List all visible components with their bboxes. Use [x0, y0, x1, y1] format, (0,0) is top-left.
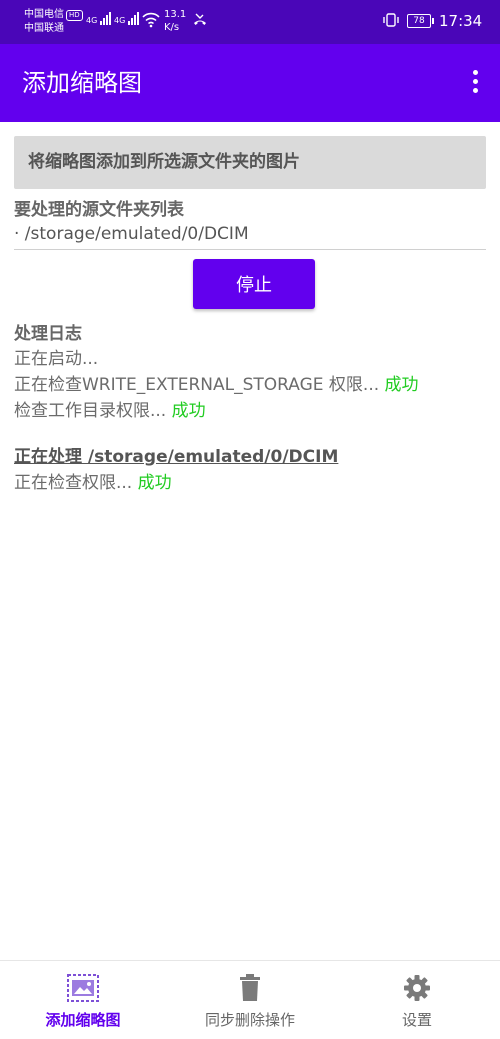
log-text: 检查工作目录权限...: [14, 401, 172, 421]
main-content: 将缩略图添加到所选源文件夹的图片 要处理的源文件夹列表 · /storage/e…: [14, 136, 486, 496]
speed-value: 13.1: [164, 9, 187, 20]
status-bar: 中国电信 HD 中国联通 4G 4G 13.1 K/s 78 17:34: [0, 0, 500, 44]
signal-bars-icon: [99, 12, 112, 25]
signal-bars-icon: [127, 12, 140, 25]
battery-icon: 78: [407, 14, 434, 28]
network-type-2: 4G: [114, 16, 126, 25]
carrier-2: 中国联通: [24, 23, 64, 34]
missed-call-icon: [194, 13, 206, 25]
nav-label: 设置: [401, 1011, 432, 1029]
log-text: 正在检查权限...: [14, 473, 138, 493]
info-banner: 将缩略图添加到所选源文件夹的图片: [14, 136, 486, 189]
nav-item-settings[interactable]: 设置: [334, 961, 500, 1039]
image-add-icon: [67, 974, 99, 1002]
stop-button[interactable]: 停止: [193, 259, 315, 309]
more-vert-icon[interactable]: [470, 70, 480, 96]
trash-icon: [240, 974, 260, 1001]
app-title: 添加缩略图: [22, 69, 142, 97]
processing-heading: 正在处理 /storage/emulated/0/DCIM: [14, 447, 339, 467]
clock: 17:34: [439, 12, 483, 30]
signal-2: 4G: [114, 12, 140, 25]
carrier-1: 中国电信: [24, 9, 64, 20]
speed-unit: K/s: [164, 22, 180, 33]
folder-item[interactable]: · /storage/emulated/0/DCIM: [14, 221, 486, 250]
carrier-info: 中国电信 HD 中国联通: [24, 8, 83, 36]
network-type-1: 4G: [86, 16, 98, 25]
log-line: 正在检查权限... 成功: [14, 470, 486, 496]
hd-badge: HD: [66, 10, 83, 21]
success-status: 成功: [384, 375, 419, 395]
network-speed: 13.1 K/s: [164, 8, 186, 34]
log-text: 正在检查WRITE_EXTERNAL_STORAGE 权限...: [14, 375, 385, 395]
nav-label: 添加缩略图: [45, 1011, 121, 1029]
log-line: 正在启动...: [14, 349, 99, 369]
nav-item-sync-delete[interactable]: 同步删除操作: [167, 961, 333, 1039]
log-title: 处理日志: [14, 324, 82, 344]
app-bar: 添加缩略图: [0, 44, 500, 122]
vibrate-icon: [383, 13, 399, 27]
gear-icon: [404, 975, 430, 1001]
wifi-icon: [142, 12, 160, 28]
signal-1: 4G: [86, 12, 112, 25]
bottom-navigation: 添加缩略图 同步删除操作 设置: [0, 960, 500, 1039]
folders-title: 要处理的源文件夹列表: [14, 200, 184, 220]
nav-item-add-thumbnail[interactable]: 添加缩略图: [0, 961, 166, 1039]
success-status: 成功: [171, 401, 206, 421]
log-line: 正在检查WRITE_EXTERNAL_STORAGE 权限... 成功: [14, 372, 486, 398]
log-line: 检查工作目录权限... 成功: [14, 398, 486, 424]
success-status: 成功: [137, 473, 172, 493]
nav-label: 同步删除操作: [204, 1011, 295, 1029]
